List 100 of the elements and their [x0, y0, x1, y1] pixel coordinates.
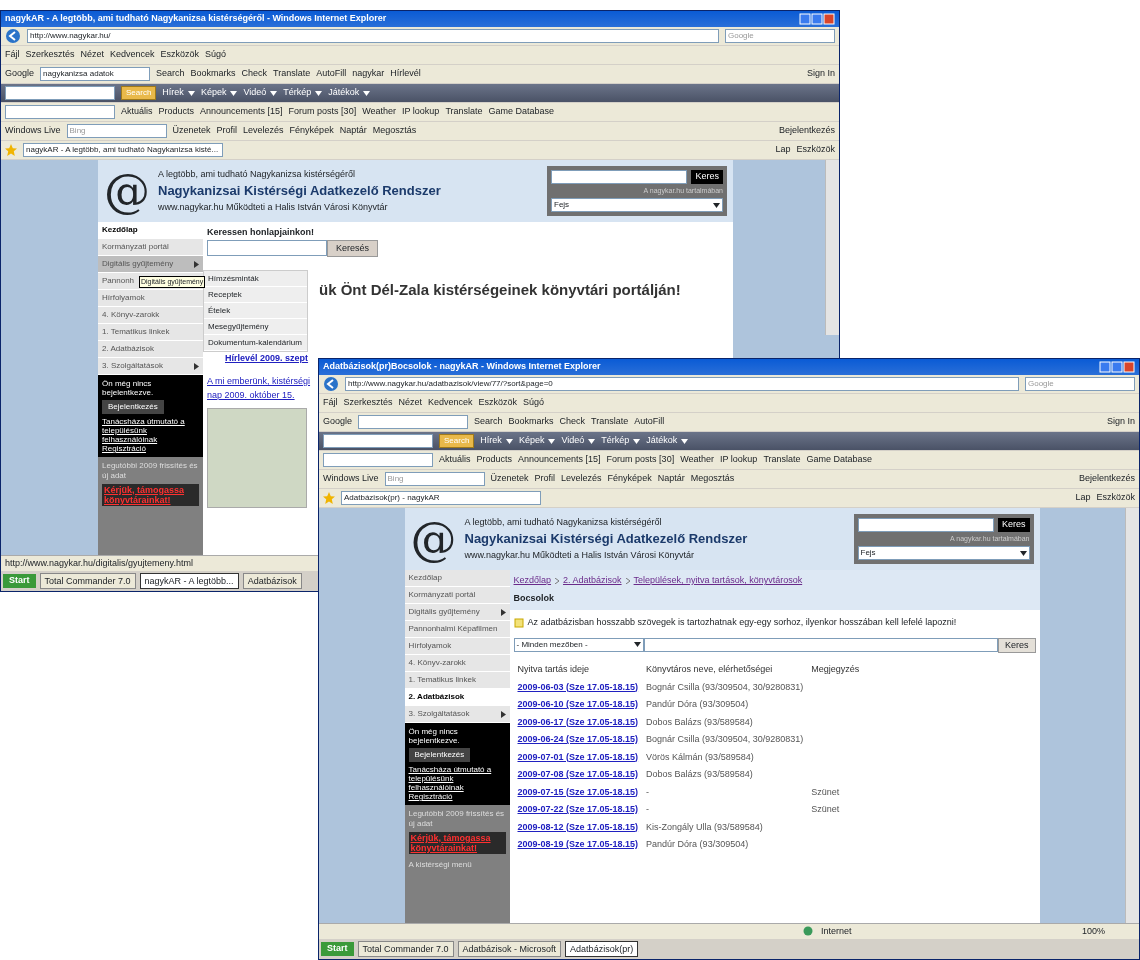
date-link[interactable]: 2009-06-17 (Sze 17.05-18.15) [517, 716, 639, 727]
toolbar-button[interactable]: Lap [775, 143, 791, 157]
toolbar-button[interactable]: Sign In [806, 67, 835, 81]
toolbar-button[interactable]: IP lookup [720, 453, 758, 467]
toolbar-button[interactable]: Weather [362, 105, 396, 119]
toolbar-button[interactable]: Levelezés [561, 472, 602, 486]
login-button[interactable]: Bejelentkezés [102, 400, 164, 414]
menu-item[interactable]: Eszközök [478, 396, 518, 410]
search-field[interactable] [207, 239, 327, 256]
toolbar-button[interactable]: Térkép [283, 86, 323, 100]
select-field[interactable]: Fejs [551, 198, 723, 213]
news-link[interactable]: A mi emberünk, kistérségi [207, 375, 311, 389]
toolbar-button[interactable]: Search [156, 67, 185, 81]
toolbar-button[interactable]: Sign In [1106, 415, 1135, 429]
toolbar-button[interactable]: Hírek [480, 434, 513, 448]
menu-item[interactable]: Eszközök [160, 48, 200, 62]
breadcrumb-link[interactable]: Kezdőlap [513, 574, 552, 588]
google-search-field[interactable]: nagykanizsa adatok [40, 67, 151, 81]
register-link[interactable]: Tanácsháza útmutató a településünk felhasználóinak Regisztráció [102, 416, 199, 454]
sidebar-item[interactable]: Hírfolyamok [404, 638, 510, 655]
menu-item[interactable]: Szerkesztés [25, 48, 75, 62]
toolbar-button[interactable]: Announcements [15] [518, 453, 601, 467]
toolbar-button[interactable]: Translate [445, 105, 483, 119]
menu-item[interactable]: Szerkesztés [343, 396, 393, 410]
menu-item[interactable]: Kedvencek [428, 396, 473, 410]
toolbar-button[interactable]: AutoFill [634, 415, 665, 429]
toolbar-field[interactable] [323, 453, 433, 467]
breadcrumb-link[interactable]: Települések, nyitva tartások, könyvtárosok [633, 574, 803, 588]
toolbar-button[interactable]: Videó [243, 86, 278, 100]
menu-item[interactable]: Fájl [323, 396, 338, 410]
toolbar-button[interactable]: Hírek [162, 86, 195, 100]
toolbar-button[interactable]: Profil [216, 124, 238, 138]
toolbar-button[interactable]: Announcements [15] [200, 105, 283, 119]
filter-field[interactable] [643, 637, 998, 652]
login-button[interactable]: Bejelentkezés [408, 748, 471, 762]
toolbar-button[interactable]: Bookmarks [190, 67, 236, 81]
toolbar-button[interactable]: Profil [534, 472, 556, 486]
toolbar-button[interactable]: Translate [763, 453, 801, 467]
sidebar-item[interactable]: Digitális gyűjtemény [404, 604, 510, 621]
menu-item[interactable]: Nézet [80, 48, 105, 62]
site-search-field[interactable] [857, 517, 994, 532]
toolbar-button[interactable]: Products [476, 453, 513, 467]
sidebar-item[interactable]: Digitális gyűjtemény [98, 256, 203, 273]
toolbar-button[interactable]: Check [559, 415, 586, 429]
date-link[interactable]: 2009-08-12 (Sze 17.05-18.15) [517, 821, 639, 832]
toolbar-button[interactable]: Megosztás [372, 124, 417, 138]
menu-item[interactable]: Fájl [5, 48, 20, 62]
browser-tab[interactable]: Adatbázisok(pr) - nagykAR [341, 491, 541, 505]
submenu-item[interactable]: Dokumentum-kalendárium [204, 335, 307, 351]
back-icon[interactable] [5, 28, 21, 44]
menu-item[interactable]: Nézet [398, 396, 423, 410]
toolbar-button[interactable]: Térkép [601, 434, 641, 448]
taskbar-button[interactable]: Adatbázisok - Microsoft [457, 941, 562, 957]
submenu-item[interactable]: Ételek [204, 303, 307, 319]
toolbar-button[interactable]: Search [474, 415, 503, 429]
toolbar-button[interactable]: Üzenetek [490, 472, 529, 486]
donation-link[interactable]: Kérjük, támogassa könyvtárainkat! [408, 831, 506, 855]
toolbar-button[interactable]: nagykar [352, 67, 385, 81]
toolbar-button[interactable]: Üzenetek [172, 124, 211, 138]
toolbar-button[interactable]: Aktuális [121, 105, 153, 119]
date-link[interactable]: 2009-06-10 (Sze 17.05-18.15) [517, 699, 639, 709]
toolbar-button[interactable]: Eszközök [796, 143, 835, 157]
toolbar-button[interactable]: Game Database [488, 105, 555, 119]
search-field[interactable] [5, 86, 115, 100]
toolbar-button[interactable]: Fényképek [607, 472, 652, 486]
toolbar-button[interactable]: Forum posts [30] [606, 453, 675, 467]
date-link[interactable]: 2009-08-19 (Sze 17.05-18.15) [517, 839, 639, 849]
menu-item[interactable]: Súgó [205, 48, 227, 62]
date-link[interactable]: 2009-07-08 (Sze 17.05-18.15) [517, 769, 639, 779]
toolbar-button[interactable]: Lap [1075, 491, 1091, 505]
browser-tab[interactable]: nagykAR - A legtöbb, ami tudható Nagykanizsa kisté... [23, 143, 223, 157]
taskbar-button[interactable]: Total Commander 7.0 [39, 573, 136, 589]
toolbar-button[interactable]: Aktuális [439, 453, 471, 467]
toolbar-button[interactable]: AutoFill [316, 67, 347, 81]
toolbar-button[interactable]: Naptár [339, 124, 367, 138]
toolbar-button[interactable]: Hírlevél [390, 67, 421, 81]
zoom-level[interactable]: 100% [1081, 924, 1105, 939]
toolbar-button[interactable]: Videó [561, 434, 596, 448]
filter-select[interactable]: - Minden mezőben - [513, 637, 644, 652]
toolbar-button[interactable]: Check [241, 67, 268, 81]
register-link[interactable]: Tanácsháza útmutató a településünk felhasználóinak Regisztráció [408, 764, 506, 802]
sidebar-item[interactable]: 4. Könyv-zarokk [404, 655, 510, 672]
taskbar-button[interactable]: Total Commander 7.0 [357, 941, 454, 957]
donation-link[interactable]: Kérjük, támogassa könyvtárainkat! [102, 483, 199, 507]
sidebar-item[interactable]: 2. Adatbázisok [98, 341, 203, 358]
date-link[interactable]: 2009-06-24 (Sze 17.05-18.15) [517, 734, 639, 744]
search-field[interactable] [323, 434, 433, 448]
submenu-item[interactable]: Mesegyűjtemény [204, 319, 307, 335]
newsletter-link[interactable]: Hírlevél 2009. szept [225, 351, 309, 365]
select-field[interactable]: Fejs [857, 546, 1030, 561]
toolbar-button[interactable]: Képek [518, 434, 556, 448]
date-link[interactable]: 2009-07-15 (Sze 17.05-18.15) [517, 786, 639, 797]
sidebar-item[interactable]: Kezdőlap [98, 222, 203, 239]
toolbar-button[interactable]: Weather [680, 453, 714, 467]
toolbar-button[interactable]: Bejelentkezés [1078, 472, 1135, 486]
menu-item[interactable]: Kedvencek [110, 48, 155, 62]
toolbar-button[interactable]: Képek [200, 86, 238, 100]
address-field[interactable]: http://www.nagykar.hu/ [27, 29, 719, 43]
site-search-button[interactable]: Keres [691, 169, 723, 184]
taskbar-button[interactable]: Adatbázisok(pr) [565, 941, 639, 957]
